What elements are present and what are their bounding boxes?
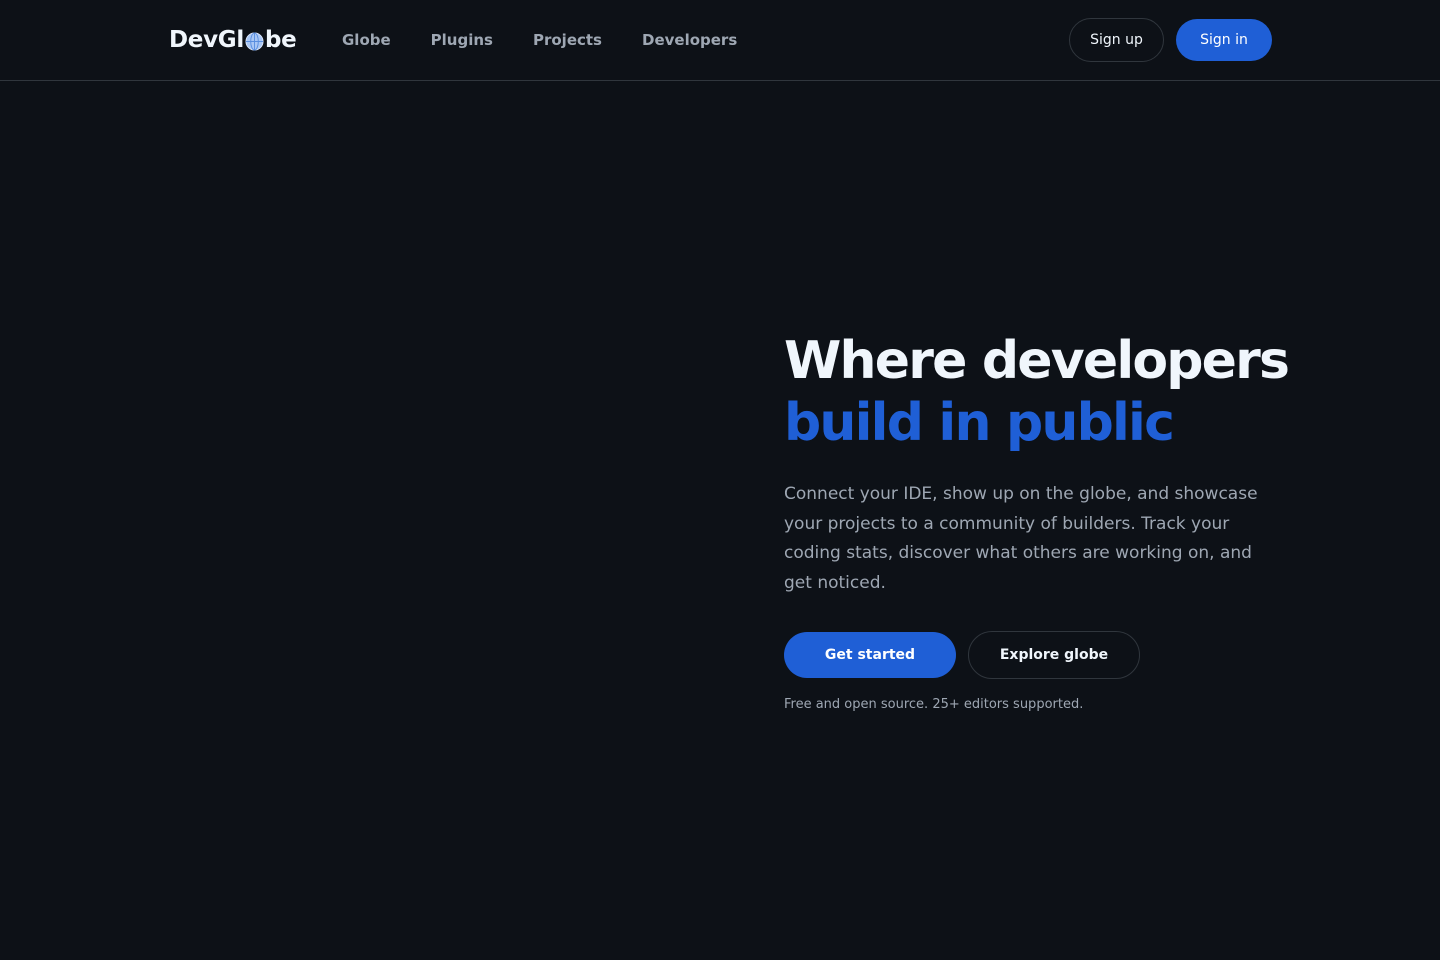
nav-link-developers[interactable]: Developers: [642, 29, 737, 51]
hero-title-accent: build in public: [784, 393, 1175, 453]
nav-link-globe[interactable]: Globe: [342, 29, 391, 51]
sign-in-button[interactable]: Sign in: [1176, 19, 1272, 61]
get-started-button[interactable]: Get started: [784, 632, 956, 678]
hero-description: Connect your IDE, show up on the globe, …: [784, 484, 1258, 593]
top-nav-bar: DevGl be Globe Plugins Projects Develope…: [0, 0, 1440, 81]
hero-actions: Get started Explore globe: [784, 631, 1304, 679]
hero-title: Where developers build in public: [784, 330, 1304, 454]
explore-globe-button[interactable]: Explore globe: [968, 631, 1140, 679]
logo-text-suffix: be: [264, 27, 297, 53]
logo-text-prefix: DevGl: [169, 27, 244, 53]
main-nav: Globe Plugins Projects Developers: [342, 29, 777, 51]
hero-section: Where developers build in public Connect…: [784, 330, 1304, 712]
hero-title-line1: Where developers: [784, 331, 1290, 391]
hero-note: Free and open source. 25+ editors suppor…: [784, 697, 1084, 712]
sign-up-button[interactable]: Sign up: [1069, 18, 1164, 62]
nav-link-projects[interactable]: Projects: [533, 29, 602, 51]
globe-icon: [245, 31, 264, 51]
logo[interactable]: DevGl be: [169, 25, 297, 55]
nav-link-plugins[interactable]: Plugins: [431, 29, 493, 51]
